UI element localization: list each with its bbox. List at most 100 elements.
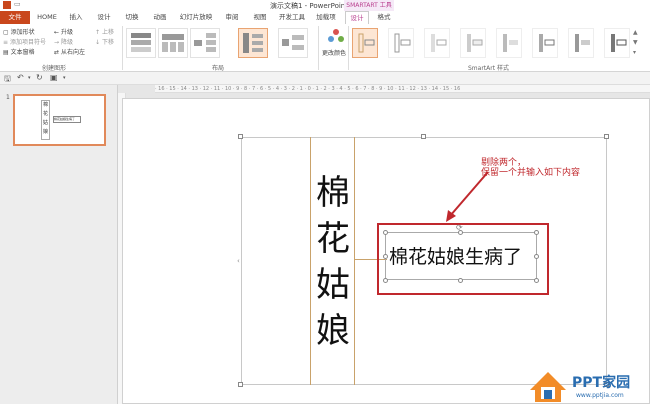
- shape-handle[interactable]: [383, 278, 388, 283]
- smartart-styles-group-label: SmartArt 样式: [468, 65, 509, 72]
- resize-handle[interactable]: [238, 134, 243, 139]
- quick-access-toolbar: 🖫 ↶ ▾ ↻ ▣ ▾: [0, 72, 650, 85]
- annotation-text: 剔除两个， 保留一个并输入如下内容: [481, 158, 580, 178]
- smartart-style-3[interactable]: [424, 28, 450, 58]
- style-8-icon: [611, 34, 627, 52]
- style-1-icon: [358, 33, 375, 53]
- shape-handle[interactable]: [534, 254, 539, 259]
- move-down-icon: ↓: [95, 39, 102, 46]
- add-shape-button[interactable]: ▢ 添加形状: [3, 27, 35, 36]
- bullet-icon: ≡: [3, 39, 10, 46]
- layout-selected-icon: [243, 33, 263, 53]
- ribbon-divider: [318, 26, 319, 70]
- smartart-style-1[interactable]: [352, 28, 378, 58]
- tab-slideshow[interactable]: 幻灯片放映: [176, 11, 216, 24]
- resize-handle[interactable]: [238, 382, 243, 387]
- shape-handle[interactable]: [458, 278, 463, 283]
- slide-thumbnail-1[interactable]: 棉花姑娘 棉花姑娘生病了: [13, 94, 106, 146]
- layout-option-3[interactable]: [190, 28, 220, 58]
- thumb-vertical-text: 棉花姑娘: [41, 100, 50, 140]
- change-colors-button[interactable]: 更改颜色: [322, 48, 346, 57]
- smartart-style-8[interactable]: [604, 28, 630, 58]
- rotate-handle-icon[interactable]: ⟳: [456, 223, 463, 232]
- change-colors-icon[interactable]: [326, 27, 346, 47]
- resize-handle[interactable]: [604, 134, 609, 139]
- tab-animations[interactable]: 动画: [148, 11, 172, 24]
- watermark-brand: PPT家园: [572, 375, 631, 391]
- house-logo-icon: [530, 372, 566, 402]
- tab-addins[interactable]: 加载项: [311, 11, 341, 24]
- customize-qat-icon[interactable]: ▾: [63, 75, 66, 81]
- layout-2-icon: [162, 34, 184, 52]
- smartart-style-6[interactable]: [532, 28, 558, 58]
- style-2-icon: [394, 33, 411, 53]
- layout-option-selected[interactable]: [238, 28, 268, 58]
- ribbon-tabs: 文件 HOME 插入 设计 切换 动画 幻灯片放映 审阅 视图 开发工具 加载项…: [0, 11, 650, 24]
- smartart-style-5[interactable]: [496, 28, 522, 58]
- resize-handle[interactable]: [421, 134, 426, 139]
- layout-option-2[interactable]: [158, 28, 188, 58]
- annotation-line-2: 保留一个并输入如下内容: [481, 168, 581, 178]
- tab-smartart-design[interactable]: 设计: [345, 11, 369, 24]
- tab-view[interactable]: 视图: [248, 11, 272, 24]
- vertical-bar-left-edge: [310, 137, 311, 385]
- right-to-left-icon: ⇄: [54, 49, 61, 56]
- smartart-tools-label: SMARTART 工具: [344, 0, 394, 11]
- start-slideshow-icon[interactable]: ▣: [50, 73, 58, 82]
- promote-button[interactable]: ← 升级: [54, 27, 73, 36]
- layout-group-label: 布局: [212, 65, 225, 72]
- shape-handle[interactable]: [534, 230, 539, 235]
- tab-design-main[interactable]: 设计: [92, 11, 116, 24]
- shape-handle[interactable]: [383, 230, 388, 235]
- style-7-icon: [575, 34, 590, 52]
- tab-review[interactable]: 审阅: [220, 11, 244, 24]
- style-5-icon: [503, 34, 518, 52]
- slide-thumbnail-pane: 1 棉花姑娘 棉花姑娘生病了: [0, 85, 118, 404]
- shape-handle[interactable]: [534, 278, 539, 283]
- text-pane-icon: ▤: [3, 49, 11, 56]
- tab-file[interactable]: 文件: [0, 11, 30, 24]
- style-6-icon: [539, 34, 555, 52]
- create-graphic-group-label: 创建图形: [42, 65, 67, 72]
- smartart-style-4[interactable]: [460, 28, 486, 58]
- undo-dropdown-icon[interactable]: ▾: [28, 75, 31, 81]
- ribbon-divider: [122, 26, 123, 70]
- watermark-url: www.pptjia.com: [576, 392, 624, 399]
- layout-option-5[interactable]: [278, 28, 308, 58]
- styles-scroll-icon[interactable]: ▲ ▼ ▾: [633, 28, 638, 58]
- text-pane-button[interactable]: ▤ 文本窗格: [3, 47, 35, 56]
- add-bullet-button[interactable]: ≡ 添加项目符号: [3, 37, 46, 46]
- layout-3-icon: [194, 33, 216, 52]
- layout-option-1[interactable]: [126, 28, 156, 58]
- window-title: 演示文稿1 - PowerPoint: [270, 2, 348, 10]
- shape-handle[interactable]: [383, 254, 388, 259]
- add-shape-icon: ▢: [3, 29, 11, 36]
- title-bar: ▭ 演示文稿1 - PowerPoint SMARTART 工具: [0, 0, 650, 11]
- layout-5-icon: [282, 35, 304, 50]
- style-3-icon: [431, 34, 447, 52]
- right-to-left-button[interactable]: ⇄ 从右向左: [54, 47, 85, 56]
- redo-icon[interactable]: ↻: [36, 73, 43, 82]
- undo-icon[interactable]: ↶: [17, 73, 24, 82]
- tab-developer[interactable]: 开发工具: [276, 11, 308, 24]
- tab-transitions[interactable]: 切换: [120, 11, 144, 24]
- vertical-title-text[interactable]: 棉花姑娘: [314, 170, 352, 354]
- demote-button[interactable]: → 降级: [54, 37, 73, 46]
- ribbon: ▢ 添加形状 ≡ 添加项目符号 ▤ 文本窗格 ← 升级 → 降级 ⇄ 从右向左 …: [0, 24, 650, 72]
- demote-icon: →: [54, 39, 61, 46]
- thumb-box-text: 棉花姑娘生病了: [53, 116, 81, 123]
- collapse-text-pane-icon[interactable]: ‹: [237, 257, 240, 265]
- annotation-line-1: 剔除两个，: [481, 158, 527, 168]
- tab-home[interactable]: HOME: [34, 11, 60, 24]
- text-shape-content[interactable]: 棉花姑娘生病了: [389, 242, 522, 269]
- smartart-style-7[interactable]: [568, 28, 594, 58]
- layout-1-icon: [131, 33, 151, 52]
- move-down-button[interactable]: ↓ 下移: [95, 37, 114, 46]
- tab-smartart-format[interactable]: 格式: [372, 11, 396, 24]
- move-up-button[interactable]: ↑ 上移: [95, 27, 114, 36]
- vertical-bar-right-edge: [354, 137, 355, 385]
- smartart-style-2[interactable]: [388, 28, 414, 58]
- tab-insert[interactable]: 插入: [64, 11, 88, 24]
- powerpoint-logo-icon: [3, 1, 11, 9]
- save-quick-icon[interactable]: ▭: [14, 0, 21, 8]
